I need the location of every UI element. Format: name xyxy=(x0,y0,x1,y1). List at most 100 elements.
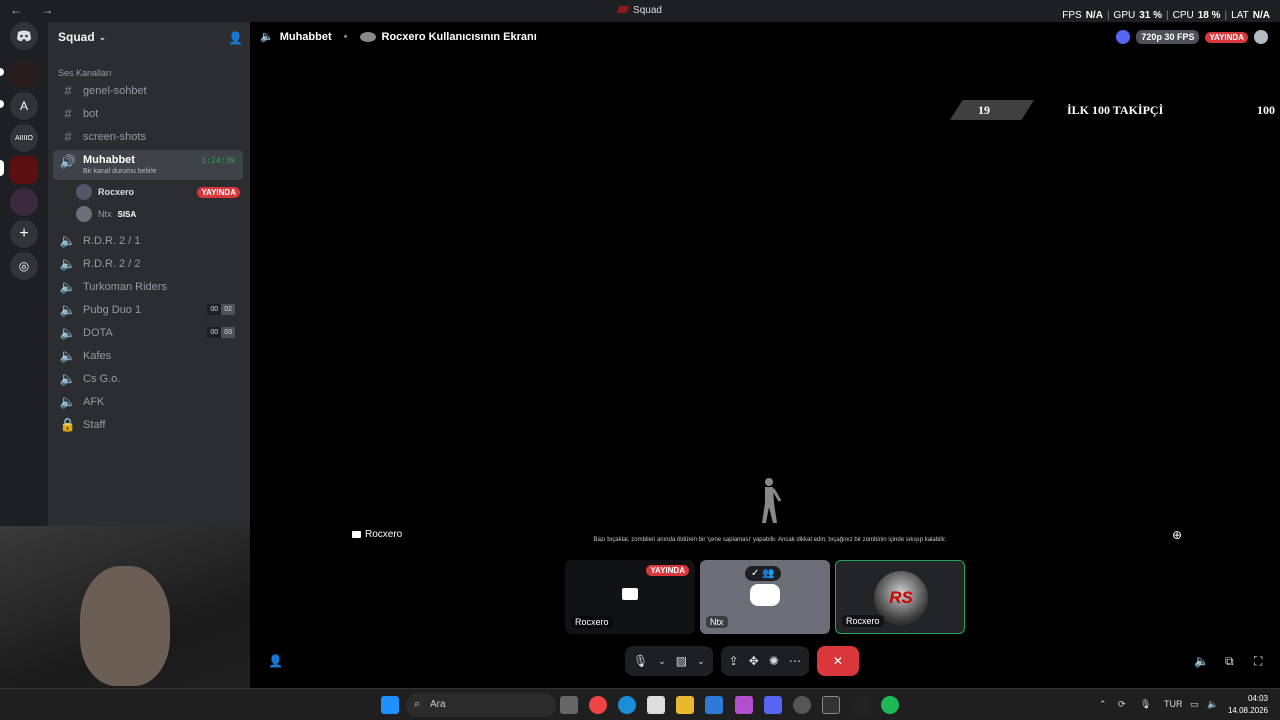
share-group: ⇪ ✥ ✺ ⋯ xyxy=(720,646,809,676)
voice-channel-muhabbet[interactable]: 🔊 Muhabbet 1:24:39 Bir kanal durumu beli… xyxy=(53,150,243,180)
voice-user-rocxero[interactable]: Rocxero xyxy=(76,182,134,202)
webcam-person xyxy=(80,566,170,686)
discord-home-icon[interactable] xyxy=(10,22,38,50)
taskbar-search[interactable]: ⌕ Ara xyxy=(406,693,556,717)
fullscreen-icon[interactable]: ⛶ xyxy=(1254,654,1262,669)
screen-share-icon xyxy=(622,588,638,600)
file-explorer-icon[interactable] xyxy=(676,696,694,714)
server-icon[interactable] xyxy=(10,188,38,216)
live-badge: YAYINDA xyxy=(646,565,689,576)
speaker-icon: 🔈 xyxy=(59,324,77,340)
voice-channel[interactable]: 🔈 Turkoman Riders xyxy=(53,276,243,297)
tray-overflow-icon[interactable]: ⌃ xyxy=(1099,699,1107,710)
server-icon[interactable]: A xyxy=(10,92,38,120)
chevron-down-icon[interactable]: ⌄ xyxy=(697,656,705,667)
server-icon[interactable] xyxy=(10,60,38,88)
epic-games-icon[interactable] xyxy=(852,696,870,714)
more-icon[interactable]: ⋯ xyxy=(789,654,801,668)
channel-bot[interactable]: # bot xyxy=(53,103,243,124)
stream-header: 🔈 Muhabbet • Rocxero Kullanıcısının Ekra… xyxy=(260,30,537,44)
hash-icon: # xyxy=(64,83,72,98)
user-limit: 00 03 xyxy=(207,327,235,338)
voice-channel[interactable]: 🔈 R.D.R. 2 / 1 xyxy=(53,230,243,251)
soundboard-icon[interactable]: ✺ xyxy=(769,654,779,668)
windows-start-icon[interactable] xyxy=(381,696,399,714)
invite-people-icon[interactable]: 👤 xyxy=(268,654,283,668)
activities-icon[interactable]: ✥ xyxy=(749,654,759,668)
microphone-icon[interactable]: 🎙 xyxy=(1140,699,1151,710)
unread-pip xyxy=(0,68,4,76)
participant-tile-rocxero[interactable]: RS Rocxero xyxy=(835,560,965,634)
screen-share-icon[interactable]: ⇪ xyxy=(729,654,739,668)
microphone-icon[interactable]: 🎙 xyxy=(633,654,648,668)
zoom-icon[interactable]: ⊕ xyxy=(1172,528,1182,542)
mail-icon[interactable] xyxy=(705,696,723,714)
chevron-down-icon[interactable]: ⌄ xyxy=(658,656,666,667)
network-icon[interactable]: ▭ xyxy=(1190,699,1199,710)
title-bar: ← → Squad FPS N/A | GPU 31 % | CPU 18 % | LAT N… xyxy=(0,0,1280,22)
perf-overlay: FPS N/A | GPU 31 % | CPU 18 % | LAT N/A xyxy=(1062,10,1270,21)
unread-pip xyxy=(0,100,4,108)
volume-icon[interactable]: 🔈 xyxy=(1194,654,1209,668)
voice-user-ntx[interactable]: Ntx SISA xyxy=(76,204,136,224)
chrome-icon[interactable] xyxy=(589,696,607,714)
voice-channel[interactable]: 🔈 R.D.R. 2 / 2 xyxy=(53,253,243,274)
copilot-icon[interactable] xyxy=(735,696,753,714)
voice-channel[interactable]: 🔈 Cs G.o. xyxy=(53,368,243,389)
stream-view: 🔈 Muhabbet • Rocxero Kullanıcısının Ekra… xyxy=(250,22,1280,688)
edge-icon[interactable] xyxy=(618,696,636,714)
participant-tile-ntx[interactable]: ✓ 👥 Ntx xyxy=(700,560,830,634)
discover-icon[interactable]: ◎ xyxy=(10,252,38,280)
screen-icon xyxy=(352,531,361,538)
task-view-icon[interactable] xyxy=(560,696,578,714)
speaker-icon: 🔈 xyxy=(59,370,77,386)
server-header[interactable]: Squad ⌄ 👤 xyxy=(48,22,250,52)
mic-group: 🎙 ⌄ ▨ ⌄ xyxy=(625,646,713,676)
clock[interactable]: 04:03 14.08.2026 xyxy=(1228,693,1268,717)
spotify-icon[interactable] xyxy=(881,696,899,714)
voice-channel[interactable]: 🔈 DOTA 00 03 xyxy=(53,322,243,343)
channel-genel-sohbet[interactable]: # genel-sohbet xyxy=(53,80,243,101)
category-label[interactable]: Ses Kanalları xyxy=(58,68,112,78)
speaker-icon: 🔈 xyxy=(59,278,77,294)
leave-call-button[interactable]: ✕ xyxy=(816,646,859,676)
voice-channel[interactable]: 🔈 AFK xyxy=(53,391,243,412)
speaker-icon: 🔈 xyxy=(59,255,77,271)
server-icon-squad[interactable] xyxy=(10,156,38,184)
chat-icon[interactable] xyxy=(1254,30,1268,44)
server-icon[interactable]: AIIIIO xyxy=(10,124,38,152)
store-icon[interactable] xyxy=(647,696,665,714)
invite-people-icon[interactable]: 👤 xyxy=(228,31,243,45)
x-icon[interactable] xyxy=(822,696,840,714)
hangup-icon: ✕ xyxy=(832,654,843,668)
clan-tag: SISA xyxy=(117,209,137,219)
add-server-icon[interactable]: + xyxy=(10,220,38,248)
channel-status[interactable]: Bir kanal durumu belirle xyxy=(83,168,157,175)
language-indicator[interactable]: TUR xyxy=(1164,699,1183,709)
voice-channel[interactable]: 🔈 Kafes xyxy=(53,345,243,366)
popout-icon[interactable]: ⧉ xyxy=(1225,654,1234,669)
channel-screen-shots[interactable]: # screen-shots xyxy=(53,126,243,147)
steam-icon[interactable] xyxy=(793,696,811,714)
tray-app-icon[interactable]: ⟳ xyxy=(1118,699,1126,710)
tile-label: Rocxero xyxy=(571,616,613,628)
search-icon: ⌕ xyxy=(414,698,421,710)
speaker-icon: 🔈 xyxy=(59,301,77,317)
channel-sidebar: Squad ⌄ 👤 Ses Kanalları # genel-sohbet # bo… xyxy=(48,22,250,526)
camera-off-icon[interactable]: ▨ xyxy=(676,654,687,668)
participant-tile-stream[interactable]: YAYINDA Rocxero xyxy=(565,560,695,634)
volume-icon[interactable]: 🔈 xyxy=(1207,699,1218,710)
voice-channel[interactable]: 🔈 Pubg Duo 1 00 02 xyxy=(53,299,243,320)
discord-taskbar-icon[interactable] xyxy=(764,696,782,714)
stream-badges: 720p 30 FPS YAYINDA xyxy=(1116,30,1268,44)
loading-hint: Bazı bıçaklar, zombileri anında öldüren … xyxy=(593,537,947,543)
chevron-down-icon: ⌄ xyxy=(98,31,107,42)
speaker-icon: 🔈 xyxy=(59,393,77,409)
zombie-figure-icon xyxy=(762,478,781,523)
live-badge: YAYINDA xyxy=(1205,31,1248,43)
hash-icon: # xyxy=(64,106,72,121)
call-timer: 1:24:39 xyxy=(201,156,235,165)
tile-actions[interactable]: ✓ 👥 xyxy=(745,566,781,581)
goal-bar-bg xyxy=(950,100,1034,120)
voice-channel-locked[interactable]: 🔒 Staff xyxy=(53,414,243,435)
